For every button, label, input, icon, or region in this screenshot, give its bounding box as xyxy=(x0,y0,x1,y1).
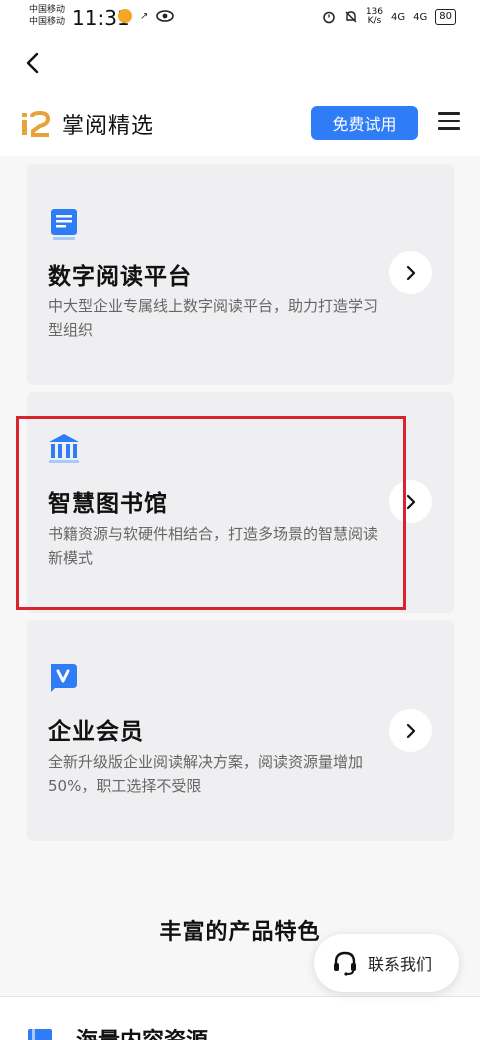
feature-title: 海量内容资源 xyxy=(76,1023,208,1040)
status-bar: 中国移动 中国移动 11:31 ↗ 136 K/s 4G 4G 80 xyxy=(0,0,480,36)
signal-1: 4G xyxy=(391,11,406,23)
card-description: 全新升级版企业阅读解决方案，阅读资源量增加50%，职工选择不受限 xyxy=(48,753,364,795)
vip-icon xyxy=(51,664,77,692)
eye-icon xyxy=(156,10,175,22)
card-arrow-button[interactable] xyxy=(389,709,432,752)
logo-icon xyxy=(22,111,51,137)
document-icon xyxy=(51,209,77,240)
card-description: 中大型企业专属线上数字阅读平台，助力打造学习型组织 xyxy=(48,297,379,339)
headset-icon xyxy=(334,951,356,976)
system-icons: 136 K/s 4G 4G 80 xyxy=(322,8,456,26)
chevron-right-icon xyxy=(406,494,415,509)
card-enterprise-member[interactable]: 企业会员 全新升级版企业阅读解决方案，阅读资源量增加50%，职工选择不受限 xyxy=(27,620,454,841)
feature-card-content-resources[interactable]: 海量内容资源 xyxy=(0,996,480,1040)
brand-name: 掌阅精选 xyxy=(62,114,155,139)
book-icon xyxy=(28,1029,52,1040)
card-digital-reading[interactable]: 数字阅读平台 中大型企业专属线上数字阅读平台，助力打造学习型组织 xyxy=(27,164,454,385)
carrier-1: 中国移动 xyxy=(29,5,66,15)
free-trial-button[interactable]: 免费试用 xyxy=(311,106,418,140)
contact-us-label: 联系我们 xyxy=(368,955,433,974)
net-speed-unit: K/s xyxy=(367,16,382,26)
highlight-box xyxy=(16,416,406,610)
net-speed: 136 K/s xyxy=(366,8,383,26)
chevron-right-icon xyxy=(406,265,415,280)
mute-icon xyxy=(345,11,357,23)
carrier-2: 中国移动 xyxy=(29,17,66,27)
battery-indicator: 80 xyxy=(435,9,456,25)
signal-2: 4G xyxy=(413,11,428,23)
card-title: 数字阅读平台 xyxy=(48,264,192,290)
back-arrow-icon[interactable] xyxy=(22,50,44,76)
nfc-icon: ↗ xyxy=(140,10,149,22)
notification-icons: ↗ xyxy=(118,9,175,23)
menu-icon[interactable] xyxy=(438,112,460,132)
card-title: 企业会员 xyxy=(48,719,144,745)
weibo-icon xyxy=(118,9,132,23)
chevron-right-icon xyxy=(406,723,415,738)
header: 掌阅精选 免费试用 xyxy=(0,36,480,156)
card-arrow-button[interactable] xyxy=(389,251,432,294)
carrier-info: 中国移动 中国移动 xyxy=(29,4,65,28)
contact-us-button[interactable]: 联系我们 xyxy=(314,934,459,992)
alarm-icon xyxy=(323,11,335,24)
